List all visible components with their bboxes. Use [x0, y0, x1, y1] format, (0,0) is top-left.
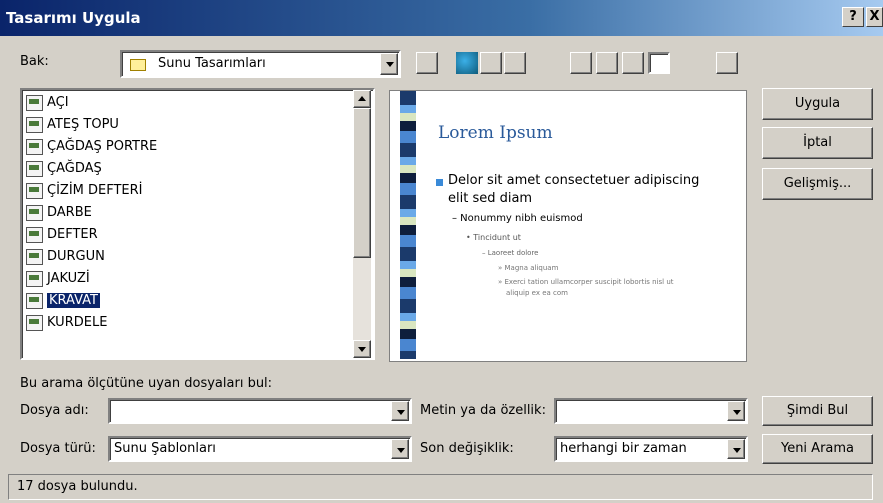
- list-item[interactable]: ÇAĞDAŞ PORTRE: [26, 136, 157, 158]
- list-item[interactable]: AÇI: [26, 92, 69, 114]
- new-search-button[interactable]: Yeni Arama: [762, 434, 873, 464]
- chevron-down-icon[interactable]: [727, 401, 745, 421]
- search-heading: Bu arama ölçütüne uyan dosyaları bul:: [20, 376, 273, 391]
- lookin-label: Bak:: [20, 54, 49, 69]
- lookin-dropdown[interactable]: Sunu Tasarımları: [120, 50, 401, 78]
- text-property-label: Metin ya da özellik:: [420, 403, 546, 418]
- design-preview: Lorem Ipsum Delor sit amet consectetuer …: [389, 90, 747, 362]
- filetype-dropdown[interactable]: Sunu Şablonları: [108, 436, 412, 462]
- preview-title: Lorem Ipsum: [438, 123, 553, 143]
- close-button[interactable]: X: [866, 7, 883, 27]
- template-icon: [26, 248, 43, 265]
- template-icon: [26, 116, 43, 133]
- template-icon: [26, 160, 43, 177]
- bullet-square: [436, 179, 443, 186]
- help-button[interactable]: ?: [842, 7, 864, 27]
- template-icon: [26, 270, 43, 287]
- scroll-thumb[interactable]: [353, 108, 371, 258]
- preview-bullet: Delor sit amet consectetuer adipiscing: [448, 173, 700, 188]
- new-folder-icon[interactable]: [504, 52, 526, 74]
- title-bar: Tasarımı Uygula ? X: [0, 0, 883, 36]
- list-item-selected[interactable]: KRAVAT: [26, 290, 100, 312]
- filetype-value: Sunu Şablonları: [114, 441, 216, 456]
- list-item[interactable]: DURGUN: [26, 246, 105, 268]
- chevron-down-icon[interactable]: [380, 53, 398, 75]
- filename-label: Dosya adı:: [20, 403, 89, 418]
- preview-bullet: aliquip ex ea com: [506, 289, 568, 297]
- tools-icon[interactable]: [716, 52, 738, 74]
- list-item[interactable]: KURDELE: [26, 312, 107, 334]
- list-item[interactable]: ÇAĞDAŞ: [26, 158, 102, 180]
- properties-view-icon[interactable]: [622, 52, 644, 74]
- preview-bullet: – Nonummy nibh euismod: [452, 213, 583, 224]
- template-icon: [26, 94, 43, 111]
- preview-bullet: » Exerci tation ullamcorper suscipit lob…: [498, 278, 674, 286]
- preview-bullet: elit sed diam: [448, 191, 533, 206]
- template-icon: [26, 226, 43, 243]
- lookin-value: Sunu Tasarımları: [158, 56, 266, 71]
- chevron-down-icon[interactable]: [727, 439, 745, 459]
- chevron-down-icon[interactable]: [391, 439, 409, 459]
- file-list[interactable]: AÇI ATEŞ TOPU ÇAĞDAŞ PORTRE ÇAĞDAŞ ÇİZİM…: [20, 88, 375, 360]
- folder-icon: [130, 57, 146, 72]
- template-icon: [26, 204, 43, 221]
- modified-label: Son değişiklik:: [420, 441, 514, 456]
- filename-field[interactable]: [108, 398, 412, 424]
- status-bar: 17 dosya bulundu.: [8, 474, 873, 500]
- delete-icon[interactable]: [480, 52, 502, 74]
- list-item[interactable]: JAKUZİ: [26, 268, 90, 290]
- list-item[interactable]: ÇİZİM DEFTERİ: [26, 180, 143, 202]
- preview-bullet: – Laoreet dolore: [482, 249, 539, 257]
- list-view-icon[interactable]: [570, 52, 592, 74]
- list-item[interactable]: DARBE: [26, 202, 92, 224]
- modified-dropdown[interactable]: herhangi bir zaman: [554, 436, 748, 462]
- scrollbar[interactable]: [353, 90, 371, 358]
- template-icon: [26, 314, 43, 331]
- list-item[interactable]: DEFTER: [26, 224, 98, 246]
- preview-bullet: • Tincidunt ut: [466, 233, 521, 242]
- search-web-icon[interactable]: [456, 52, 478, 74]
- template-icon: [26, 182, 43, 199]
- list-item[interactable]: ATEŞ TOPU: [26, 114, 119, 136]
- filetype-label: Dosya türü:: [20, 441, 96, 456]
- template-icon: [26, 138, 43, 155]
- details-view-icon[interactable]: [596, 52, 618, 74]
- scroll-down-button[interactable]: [353, 340, 371, 358]
- scroll-up-button[interactable]: [353, 90, 371, 108]
- window-title: Tasarımı Uygula: [6, 9, 141, 27]
- preview-bullet: » Magna aliquam: [498, 264, 559, 272]
- tie-pattern-strip: [400, 91, 416, 359]
- cancel-button[interactable]: İptal: [762, 127, 873, 159]
- find-now-button[interactable]: Şimdi Bul: [762, 396, 873, 426]
- modified-value: herhangi bir zaman: [560, 441, 687, 456]
- preview-view-icon[interactable]: [648, 52, 670, 74]
- text-property-field[interactable]: [554, 398, 748, 424]
- apply-button[interactable]: Uygula: [762, 88, 873, 120]
- chevron-down-icon[interactable]: [391, 401, 409, 421]
- advanced-button[interactable]: Gelişmiş...: [762, 168, 873, 200]
- up-folder-icon[interactable]: [416, 52, 438, 74]
- template-icon: [26, 292, 43, 309]
